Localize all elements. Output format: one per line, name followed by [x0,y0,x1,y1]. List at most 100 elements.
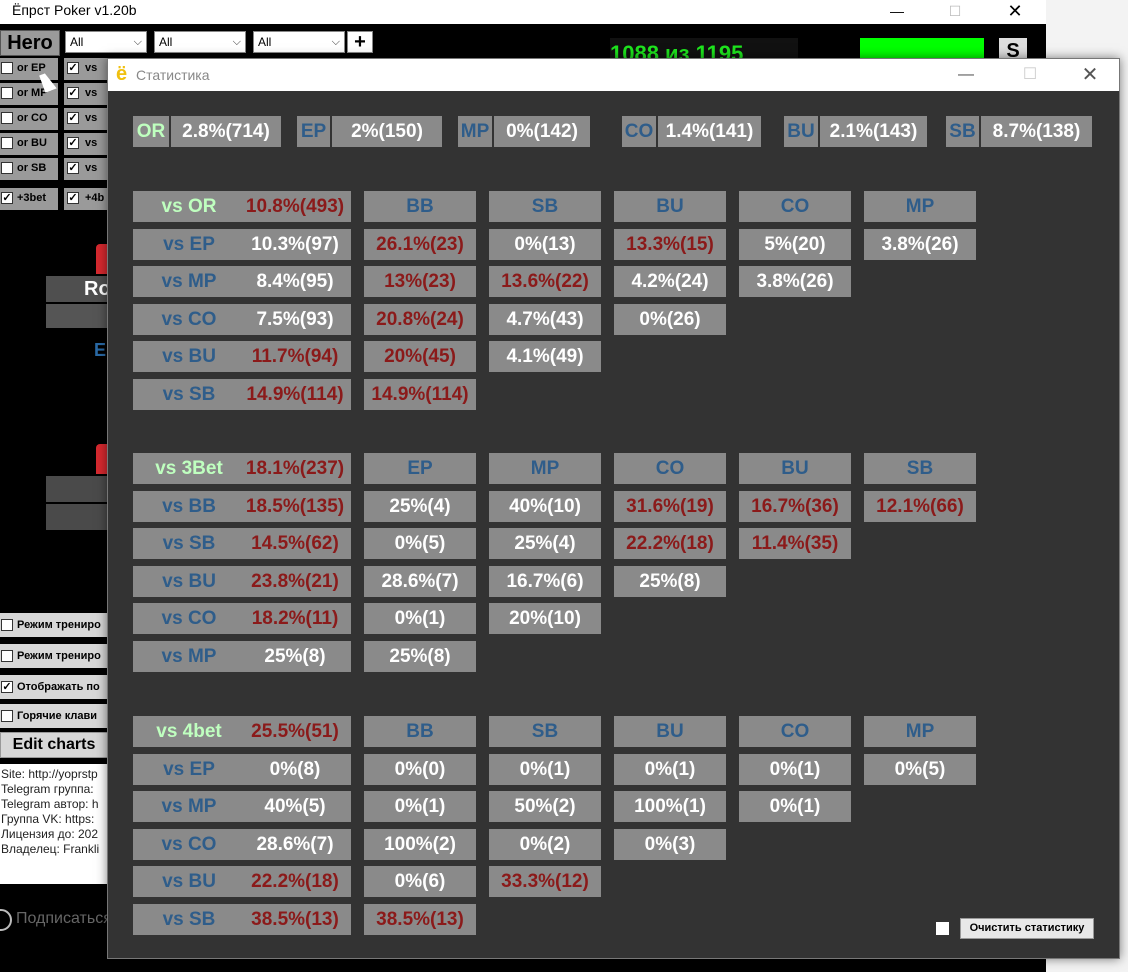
stat-cell: 0%(0) [364,754,476,785]
section-header-total: 10.8%(493) [239,191,351,222]
stat-cell: 28.6%(7) [364,566,476,597]
clear-statistics-button[interactable]: Очистить статистику [960,918,1094,939]
checkbox-box[interactable] [1,87,13,99]
range-slab [46,504,110,530]
checkbox-vs-2[interactable]: ✓ vs [64,83,108,105]
info-line: Telegram автор: h [1,797,99,811]
row-label: vs MP [133,791,245,822]
checkbox-vs-1[interactable]: ✓ vs [64,58,108,80]
column-header-co: CO [739,716,851,747]
checkbox-box[interactable] [1,137,13,149]
maximize-icon[interactable]: ☐ [1010,61,1050,89]
checkbox-box[interactable] [1,162,13,174]
info-line: Лицензия до: 202 [1,827,99,841]
stat-cell: 0%(3) [614,829,726,860]
column-header-sb: SB [489,716,601,747]
checkbox-3bet[interactable]: ✓ +3bet [0,188,58,210]
checkbox-4bet[interactable]: ✓ +4b [64,188,108,210]
checkbox-label: vs [85,87,98,99]
statistics-window: ё Статистика — ☐ ✕ Очистить статистику O… [107,58,1120,959]
column-header-bb: BB [364,191,476,222]
column-header-mp: MP [489,453,601,484]
summary-label-sb: SB [946,116,979,147]
checkbox-or-sb[interactable]: or SB [0,158,58,180]
stat-cell: 11.4%(35) [739,528,851,559]
checkbox-vs-5[interactable]: ✓ vs [64,158,108,180]
section-header-total: 25.5%(51) [239,716,351,747]
checkbox-label: or BU [17,137,47,149]
checkbox-or-bu[interactable]: or BU [0,133,58,155]
hero-button[interactable]: Hero [0,30,60,56]
stat-cell: 31.6%(19) [614,491,726,522]
checkmark-icon[interactable]: ✓ [67,192,79,204]
close-icon[interactable]: ✕ [1070,61,1110,89]
s-button[interactable]: S [999,38,1027,58]
stat-cell: 11.7%(94) [239,341,351,372]
checkmark-icon[interactable]: ✓ [67,137,79,149]
add-button[interactable]: + [347,31,373,53]
main-window-title: Ёпрст Poker v1.20b [12,2,137,18]
checkmark-icon[interactable]: ✓ [1,681,13,693]
checkmark-icon[interactable]: ✓ [67,112,79,124]
close-icon[interactable]: ✕ [992,0,1038,24]
checkbox-label: Отображать по [17,681,100,693]
column-header-bu: BU [614,716,726,747]
summary-value-sb: 8.7%(138) [981,116,1092,147]
filter-select-3-value: All [258,35,272,49]
column-header-bu: BU [614,191,726,222]
row-label: vs MP [133,266,245,297]
stat-cell: 5%(20) [739,229,851,260]
hotkeys-checkbox[interactable]: Горячие клави [0,704,108,728]
minimize-icon[interactable]: — [946,61,986,89]
statistics-title: Статистика [136,67,210,83]
column-header-bu: BU [739,453,851,484]
checkbox-box[interactable] [1,710,13,722]
checkmark-icon[interactable]: ✓ [67,87,79,99]
stat-cell: 26.1%(23) [364,229,476,260]
stat-cell: 14.5%(62) [239,528,351,559]
stat-cell: 18.5%(135) [239,491,351,522]
filter-select-3[interactable]: All ⌵ [253,31,345,53]
checkbox-box[interactable] [1,619,13,631]
minimize-icon[interactable]: — [874,0,920,24]
section-header-label: vs 4bet [133,716,245,747]
checkmark-icon[interactable]: ✓ [1,192,13,204]
chevron-down-icon: ⌵ [331,36,340,48]
checkmark-icon[interactable]: ✓ [67,162,79,174]
column-header-bb: BB [364,716,476,747]
stat-cell: 100%(2) [364,829,476,860]
row-label: vs BU [133,341,245,372]
clear-confirm-checkbox[interactable] [936,922,949,935]
maximize-icon[interactable]: ☐ [932,0,978,24]
checkbox-box[interactable] [1,62,13,74]
checkbox-box[interactable] [1,112,13,124]
stat-cell: 14.9%(114) [364,379,476,410]
filter-select-1[interactable]: All ⌵ [65,31,147,53]
stat-cell: 0%(13) [489,229,601,260]
training-mode-checkbox-1[interactable]: Режим трениро [0,613,108,637]
stat-cell: 4.7%(43) [489,304,601,335]
checkbox-box[interactable] [1,650,13,662]
stat-cell: 38.5%(13) [364,904,476,935]
stat-cell: 0%(2) [489,829,601,860]
checkbox-vs-3[interactable]: ✓ vs [64,108,108,130]
stat-cell: 25%(8) [364,641,476,672]
checkmark-icon[interactable]: ✓ [67,62,79,74]
summary-value-bu: 2.1%(143) [820,116,927,147]
checkbox-vs-4[interactable]: ✓ vs [64,133,108,155]
checkbox-or-co[interactable]: or CO [0,108,58,130]
column-header-co: CO [739,191,851,222]
stat-cell: 0%(1) [489,754,601,785]
display-checkbox[interactable]: ✓ Отображать по [0,675,108,699]
row-label: vs BB [133,491,245,522]
checkbox-label: vs [85,162,98,174]
filter-select-2[interactable]: All ⌵ [154,31,246,53]
stat-cell: 16.7%(6) [489,566,601,597]
section-header-total: 18.1%(237) [239,453,351,484]
edit-charts-button[interactable]: Edit charts [0,732,108,758]
stat-cell: 20%(10) [489,603,601,634]
stat-cell: 3.8%(26) [739,266,851,297]
stat-cell: 0%(8) [239,754,351,785]
summary-value-co: 1.4%(141) [658,116,761,147]
training-mode-checkbox-2[interactable]: Режим трениро [0,644,108,668]
